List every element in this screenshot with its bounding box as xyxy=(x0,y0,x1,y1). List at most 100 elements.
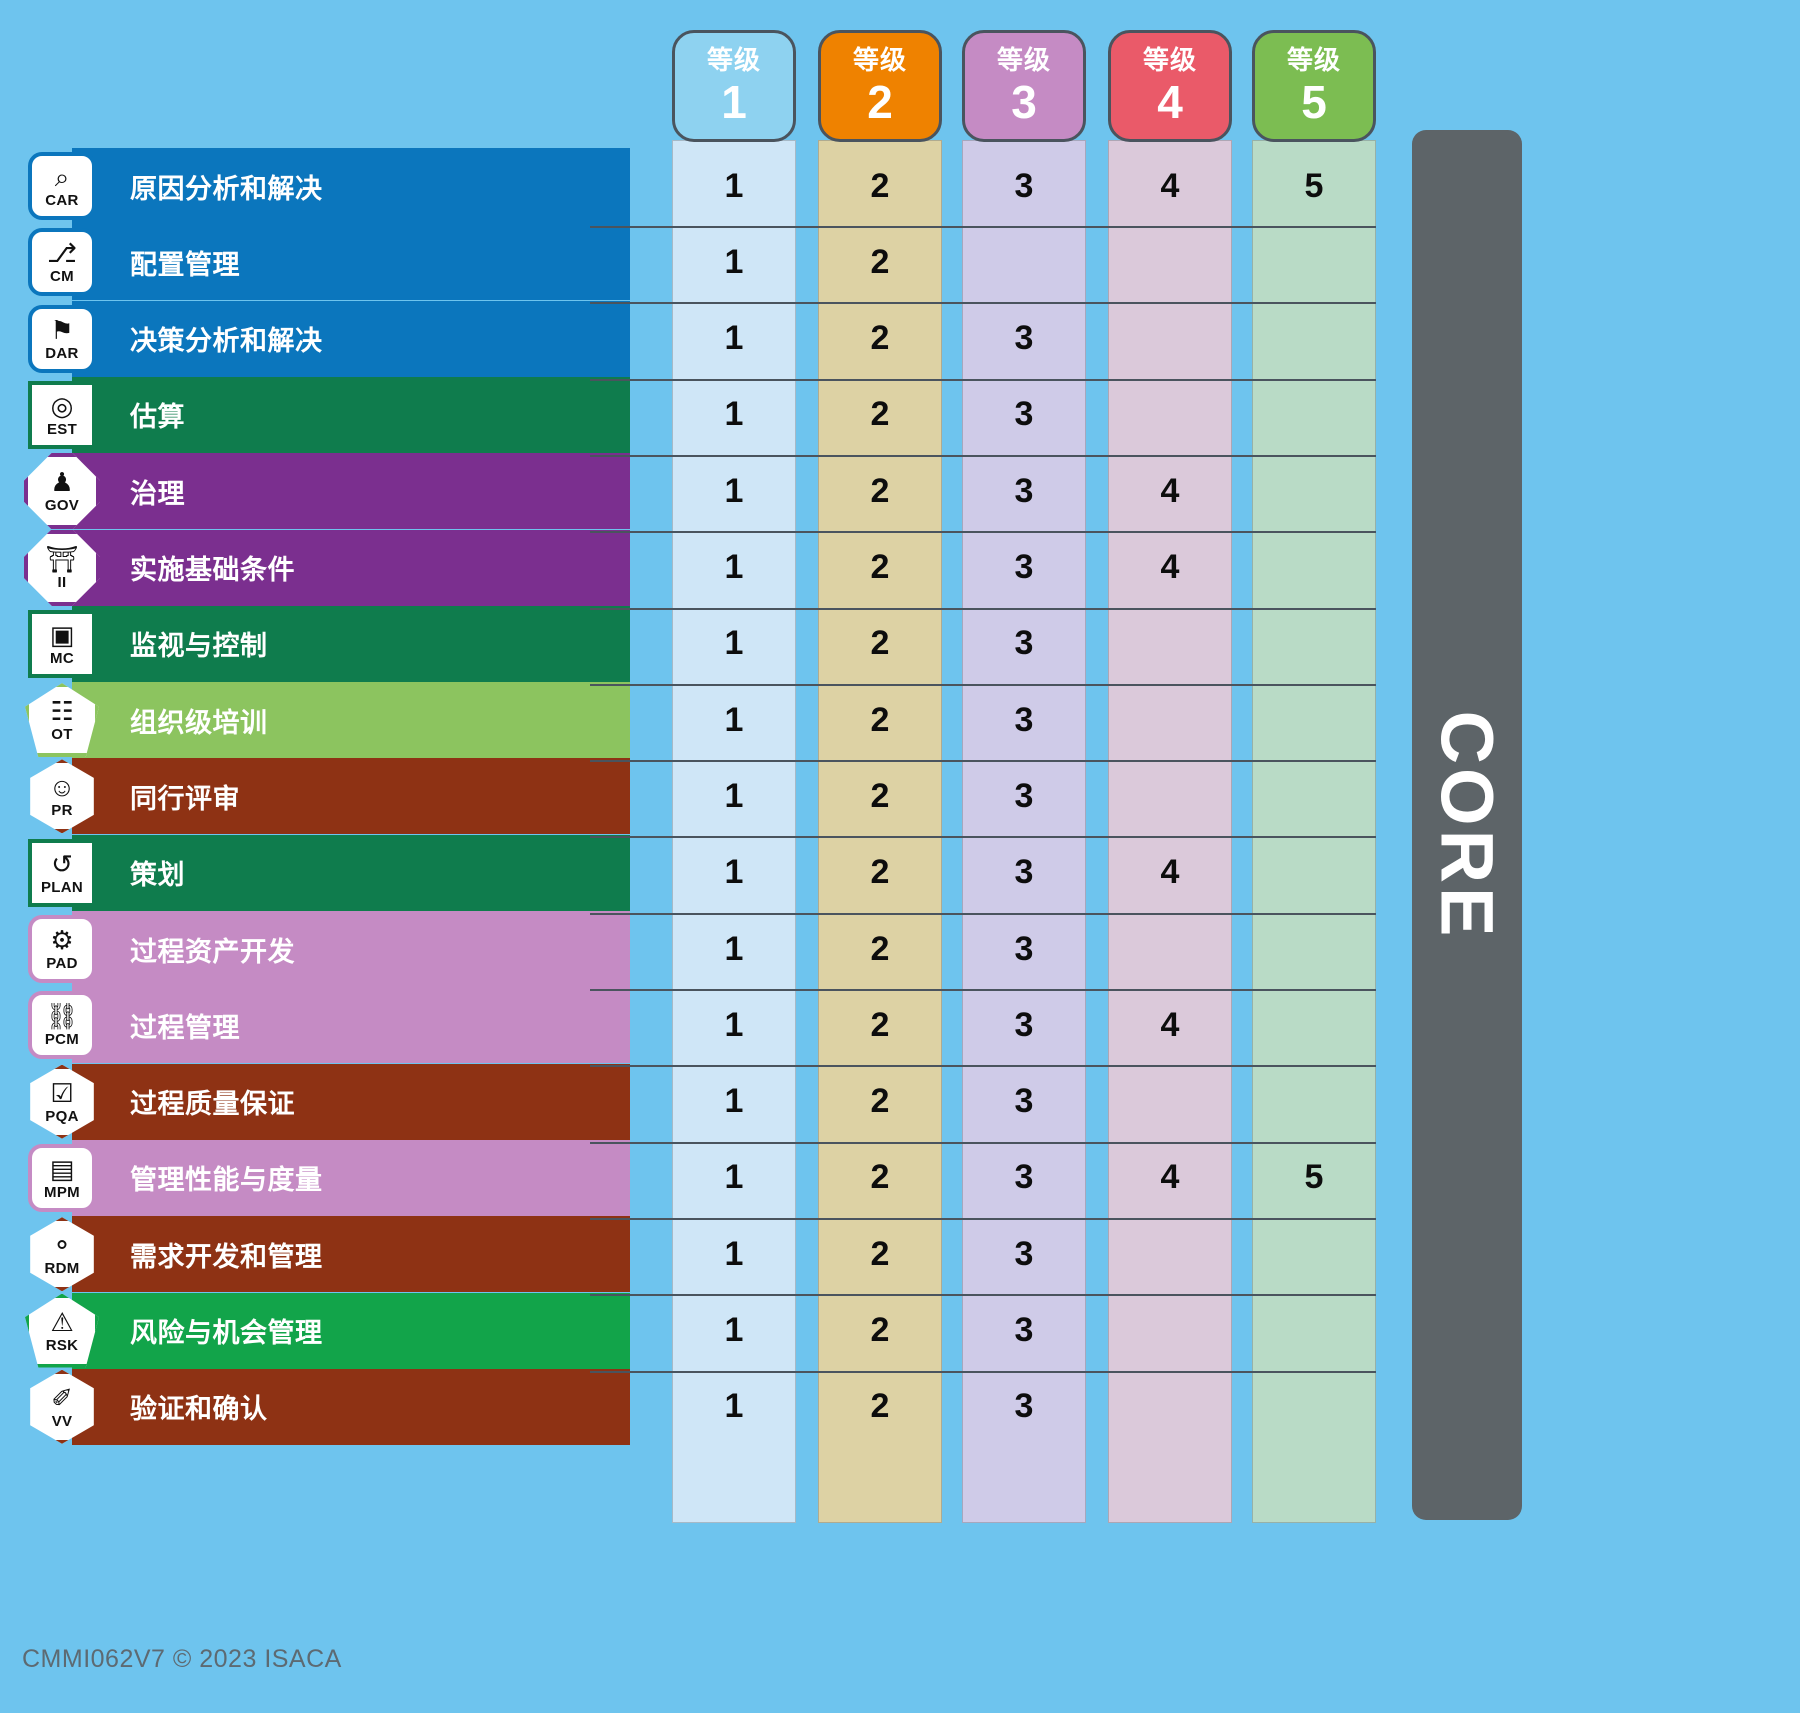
level-header-3[interactable]: 等级 3 xyxy=(962,30,1086,142)
level-cell-est-l3: 3 xyxy=(1014,395,1034,434)
practice-area-abbr: DAR xyxy=(45,344,79,362)
practice-area-glyph: ▣ xyxy=(49,619,75,650)
level-cell-cm-l2: 2 xyxy=(870,242,890,281)
practice-area-abbr: II xyxy=(57,573,67,591)
level-cell-dar-l3: 3 xyxy=(1014,319,1034,358)
practice-area-name: 策划 xyxy=(130,860,185,891)
practice-area-name: 决策分析和解决 xyxy=(130,326,323,357)
level-cell-mpm-l5: 5 xyxy=(1304,1158,1324,1197)
practice-area-abbr: RDM xyxy=(44,1260,80,1278)
level-header-number: 4 xyxy=(1157,76,1183,128)
level-cell-pr-l1: 1 xyxy=(724,776,744,815)
level-cell-est-l1: 1 xyxy=(724,395,744,434)
practice-area-glyph: ⎇ xyxy=(47,238,77,269)
level-cell-rdm-l5 xyxy=(1252,1216,1376,1292)
level-cell-ii-l1: 1 xyxy=(724,548,744,586)
practice-area-name: 配置管理 xyxy=(130,249,240,280)
practice-area-bar-cm: 配置管理 xyxy=(72,224,630,301)
practice-area-name: 过程资产开发 xyxy=(130,936,295,967)
level-cell-mc-l5 xyxy=(1252,606,1376,682)
level-cell-plan-l5 xyxy=(1252,835,1376,911)
level-cell-ot-l4 xyxy=(1108,682,1232,758)
level-cell-mc-l3: 3 xyxy=(1014,624,1034,663)
practice-area-name: 过程质量保证 xyxy=(130,1089,295,1120)
level-header-5[interactable]: 等级 5 xyxy=(1252,30,1376,142)
level-cell-car-l5: 5 xyxy=(1304,166,1324,205)
practice-area-name: 治理 xyxy=(130,478,185,509)
level-header-1[interactable]: 等级 1 xyxy=(672,30,796,142)
practice-area-abbr: MPM xyxy=(44,1183,80,1201)
level-cell-pqa-l4 xyxy=(1108,1064,1232,1140)
level-cell-dar-l4 xyxy=(1108,301,1232,377)
practice-area-glyph: ⚬ xyxy=(51,1230,73,1261)
practice-area-bar-vv: 验证和确认 xyxy=(72,1368,630,1445)
practice-area-bar-ii: 实施基础条件 xyxy=(72,529,630,606)
practice-area-name: 风险与机会管理 xyxy=(130,1318,323,1348)
level-cell-vv-l1: 1 xyxy=(724,1387,744,1426)
level-cell-ot-l5 xyxy=(1252,682,1376,758)
plan-icon: ↺ PLAN xyxy=(28,838,96,907)
practice-area-glyph: ▤ xyxy=(49,1153,75,1184)
level-cell-mpm-l4: 4 xyxy=(1160,1158,1180,1197)
practice-area-bar-pqa: 过程质量保证 xyxy=(72,1063,630,1140)
level-cell-ot-l2: 2 xyxy=(870,700,890,739)
level-cell-rdm-l4 xyxy=(1108,1216,1232,1292)
level-cell-ii-l2: 2 xyxy=(870,548,890,586)
level-cell-rdm-l3: 3 xyxy=(1014,1234,1034,1273)
practice-area-abbr: PLAN xyxy=(40,878,84,896)
level-cell-pcm-l5 xyxy=(1252,987,1376,1063)
practice-area-abbr: PAD xyxy=(46,955,78,972)
level-header-number: 5 xyxy=(1301,76,1327,128)
level-cell-rdm-l1: 1 xyxy=(724,1234,744,1273)
level-cell-pqa-l2: 2 xyxy=(870,1082,890,1121)
practice-area-abbr: CM xyxy=(50,268,74,286)
level-cell-cm-l3 xyxy=(962,224,1086,300)
practice-area-bar-mc: 监视与控制 xyxy=(72,605,630,682)
level-cell-pqa-l1: 1 xyxy=(724,1082,744,1121)
practice-area-glyph: ☑ xyxy=(50,1077,74,1108)
practice-area-abbr: GOV xyxy=(44,497,80,515)
practice-area-bar-est: 估算 xyxy=(72,376,630,453)
level-cell-ot-l3: 3 xyxy=(1014,700,1034,739)
level-cell-pad-l2: 2 xyxy=(870,929,890,968)
level-cell-pcm-l4: 4 xyxy=(1160,1005,1180,1044)
practice-area-bar-pcm: 过程管理 xyxy=(72,987,630,1064)
practice-area-name: 需求开发和管理 xyxy=(130,1241,323,1272)
level-cell-vv-l4 xyxy=(1108,1369,1232,1445)
level-cell-car-l2: 2 xyxy=(870,166,890,205)
practice-area-bar-car: 原因分析和解决 xyxy=(72,148,630,224)
level-cell-pcm-l1: 1 xyxy=(724,1005,744,1044)
level-cell-rsk-l3: 3 xyxy=(1014,1311,1034,1349)
level-header-2[interactable]: 等级 2 xyxy=(818,30,942,142)
level-header-number: 2 xyxy=(867,76,893,128)
level-header-4[interactable]: 等级 4 xyxy=(1108,30,1232,142)
practice-area-name: 实施基础条件 xyxy=(130,555,295,585)
level-cell-pcm-l2: 2 xyxy=(870,1005,890,1044)
level-cell-car-l4: 4 xyxy=(1160,166,1180,205)
level-cell-pcm-l3: 3 xyxy=(1014,1005,1034,1044)
core-category-bar: CORE xyxy=(1412,130,1522,1520)
core-label: CORE xyxy=(1425,710,1509,940)
practice-area-glyph: ☺ xyxy=(48,772,76,803)
level-cell-car-l3: 3 xyxy=(1014,166,1034,205)
practice-area-name: 管理性能与度量 xyxy=(130,1165,323,1196)
practice-area-name: 原因分析和解决 xyxy=(130,173,323,204)
mpm-icon: ▤ MPM xyxy=(28,1143,96,1212)
level-cell-mpm-l2: 2 xyxy=(870,1158,890,1197)
level-cell-pad-l3: 3 xyxy=(1014,929,1034,968)
level-cell-mc-l1: 1 xyxy=(724,624,744,663)
level-cell-pr-l4 xyxy=(1108,758,1232,834)
copyright-footer: CMMI062V7 © 2023 ISACA xyxy=(22,1645,342,1673)
level-header-label: 等级 xyxy=(1286,45,1341,75)
practice-area-name: 过程管理 xyxy=(130,1012,240,1043)
practice-area-glyph: ⌕ xyxy=(54,162,70,192)
practice-area-glyph: ⛓ xyxy=(45,1001,79,1032)
practice-area-glyph: ☷ xyxy=(50,696,74,727)
level-cell-plan-l2: 2 xyxy=(870,853,890,892)
level-cell-pqa-l5 xyxy=(1252,1064,1376,1140)
level-cell-mpm-l1: 1 xyxy=(724,1158,744,1197)
level-cell-vv-l3: 3 xyxy=(1014,1387,1034,1426)
level-cell-rsk-l1: 1 xyxy=(724,1311,744,1349)
level-cell-mc-l2: 2 xyxy=(870,624,890,663)
level-header-label: 等级 xyxy=(706,45,761,75)
